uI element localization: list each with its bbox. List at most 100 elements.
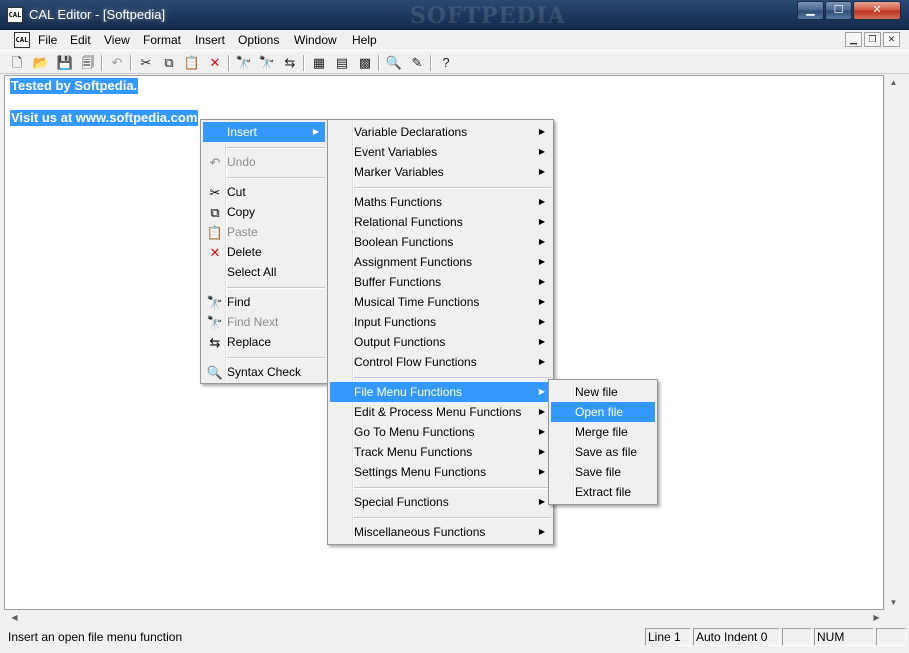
editor-line[interactable]: Visit us at www.softpedia.com (10, 110, 199, 126)
submenu-arrow-icon: ▶ (538, 297, 545, 306)
delete-icon: ✕ (209, 245, 221, 260)
insert-item[interactable]: Musical Time Functions ▶ (330, 292, 551, 312)
find-next-icon[interactable]: 🔭 (258, 54, 276, 72)
insert-item[interactable]: Settings Menu Functions ▶ (330, 462, 551, 482)
spell-icon[interactable]: ✎ (408, 54, 426, 72)
open-icon[interactable]: 📂 (32, 54, 50, 72)
context-item-copy[interactable]: ⧉ Copy (203, 202, 325, 222)
status-auto-indent: Auto Indent 0 (693, 628, 780, 646)
menu-insert[interactable]: Insert (195, 33, 225, 47)
file-func-item-merge-file[interactable]: Merge file (551, 422, 655, 442)
insert-item[interactable]: Special Functions ▶ (330, 492, 551, 512)
file-func-item-extract-file[interactable]: Extract file (551, 482, 655, 502)
insert-item-label: Track Menu Functions (354, 445, 473, 459)
insert-item[interactable]: Relational Functions ▶ (330, 212, 551, 232)
context-item-insert[interactable]: Insert ▶ (203, 122, 325, 142)
context-item-label: Undo (227, 155, 256, 169)
scroll-right-icon[interactable]: ▶ (868, 613, 885, 622)
file-func-item-new-file[interactable]: New file (551, 382, 655, 402)
syntax-check-icon[interactable]: 🔍 (385, 54, 403, 72)
insert-item[interactable]: Edit & Process Menu Functions ▶ (330, 402, 551, 422)
insert-func-icon[interactable]: ▤ (333, 54, 351, 72)
maximize-button[interactable]: ☐ (825, 1, 852, 20)
menu-window[interactable]: Window (294, 33, 337, 47)
save-all-icon[interactable]: 🗐 (79, 54, 97, 72)
menu-bar: CAL File Edit View Format Insert Options… (0, 30, 909, 50)
context-item-label: Cut (227, 185, 246, 199)
file-func-item-save-file[interactable]: Save file (551, 462, 655, 482)
context-item-replace[interactable]: ⇆ Replace (203, 332, 325, 352)
mdi-restore-button[interactable]: ❐ (864, 32, 881, 47)
insert-item[interactable]: Track Menu Functions ▶ (330, 442, 551, 462)
copy-icon[interactable]: ⧉ (160, 54, 178, 72)
insert-item[interactable]: Marker Variables ▶ (330, 162, 551, 182)
toolbar: 🗋 📂 💾 🗐 ↶ ✂ ⧉ 📋 ✕ 🔭 🔭 ⇆ ▦ ▤ ▩ 🔍 ✎ ? (0, 50, 909, 74)
file-func-item-open-file[interactable]: Open file (551, 402, 655, 422)
status-blank (782, 628, 812, 646)
save-icon[interactable]: 💾 (56, 54, 74, 72)
scroll-left-icon[interactable]: ◀ (6, 613, 23, 622)
cut-icon[interactable]: ✂ (137, 54, 155, 72)
new-icon[interactable]: 🗋 (8, 54, 26, 72)
context-item-syntax-check[interactable]: 🔍 Syntax Check (203, 362, 325, 382)
scroll-down-icon[interactable]: ▼ (885, 598, 902, 607)
context-item-cut[interactable]: ✂ Cut (203, 182, 325, 202)
insert-item[interactable]: Variable Declarations ▶ (330, 122, 551, 142)
toolbar-separator (303, 55, 305, 71)
find-icon[interactable]: 🔭 (235, 54, 253, 72)
window-title: CAL Editor - [Softpedia] (29, 7, 166, 22)
insert-item-label: Go To Menu Functions (354, 425, 475, 439)
document-icon[interactable]: CAL (14, 32, 30, 48)
insert-item[interactable]: Input Functions ▶ (330, 312, 551, 332)
insert-item[interactable]: Buffer Functions ▶ (330, 272, 551, 292)
menu-separator (227, 177, 325, 179)
insert-item[interactable]: Event Variables ▶ (330, 142, 551, 162)
status-message: Insert an open file menu function (8, 630, 183, 644)
insert-item[interactable]: Control Flow Functions ▶ (330, 352, 551, 372)
scroll-up-icon[interactable]: ▲ (885, 78, 902, 87)
minimize-button[interactable]: ▁ (797, 1, 824, 20)
undo-icon: ↶ (209, 155, 221, 170)
replace-icon: ⇆ (209, 335, 221, 350)
context-item-paste[interactable]: 📋 Paste (203, 222, 325, 242)
file-func-item-save-as-file[interactable]: Save as file (551, 442, 655, 462)
insert-item-label: Variable Declarations (354, 125, 468, 139)
context-menu: Insert ▶ ↶ Undo ✂ Cut ⧉ Copy 📋 Paste ✕ D… (200, 119, 328, 384)
vertical-scrollbar[interactable]: ▲ ▼ (884, 75, 901, 610)
delete-icon[interactable]: ✕ (206, 54, 224, 72)
horizontal-scrollbar[interactable]: ◀ ▶ (4, 610, 884, 627)
mdi-minimize-button[interactable]: ▁ (845, 32, 862, 47)
menu-options[interactable]: Options (238, 33, 279, 47)
maximize-icon: ☐ (833, 4, 844, 16)
context-item-delete[interactable]: ✕ Delete (203, 242, 325, 262)
menu-file[interactable]: File (38, 33, 57, 47)
menu-view[interactable]: View (104, 33, 130, 47)
insert-var-icon[interactable]: ▦ (310, 54, 328, 72)
insert-item[interactable]: Maths Functions ▶ (330, 192, 551, 212)
context-item-find[interactable]: 🔭 Find (203, 292, 325, 312)
context-item-undo[interactable]: ↶ Undo (203, 152, 325, 172)
size-grip[interactable] (876, 628, 906, 646)
menu-separator (227, 287, 325, 289)
menu-format[interactable]: Format (143, 33, 181, 47)
insert-item-label: Edit & Process Menu Functions (354, 405, 522, 419)
mdi-close-button[interactable]: ✕ (883, 32, 900, 47)
insert-misc-icon[interactable]: ▩ (356, 54, 374, 72)
insert-item-file-menu-functions[interactable]: File Menu Functions ▶ (330, 382, 551, 402)
undo-icon[interactable]: ↶ (108, 54, 126, 72)
title-bar: CAL CAL Editor - [Softpedia] SOFTPEDIA ▁… (0, 0, 909, 30)
insert-item[interactable]: Assignment Functions ▶ (330, 252, 551, 272)
insert-item[interactable]: Output Functions ▶ (330, 332, 551, 352)
help-icon[interactable]: ? (437, 54, 455, 72)
menu-help[interactable]: Help (352, 33, 377, 47)
menu-edit[interactable]: Edit (70, 33, 91, 47)
context-item-select-all[interactable]: Select All (203, 262, 325, 282)
editor-line[interactable]: Tested by Softpedia. (10, 78, 139, 94)
insert-item[interactable]: Go To Menu Functions ▶ (330, 422, 551, 442)
context-item-find-next[interactable]: 🔭 Find Next (203, 312, 325, 332)
insert-item[interactable]: Miscellaneous Functions ▶ (330, 522, 551, 542)
close-button[interactable]: ✕ (853, 1, 901, 20)
paste-icon[interactable]: 📋 (183, 54, 201, 72)
insert-item[interactable]: Boolean Functions ▶ (330, 232, 551, 252)
replace-icon[interactable]: ⇆ (281, 54, 299, 72)
